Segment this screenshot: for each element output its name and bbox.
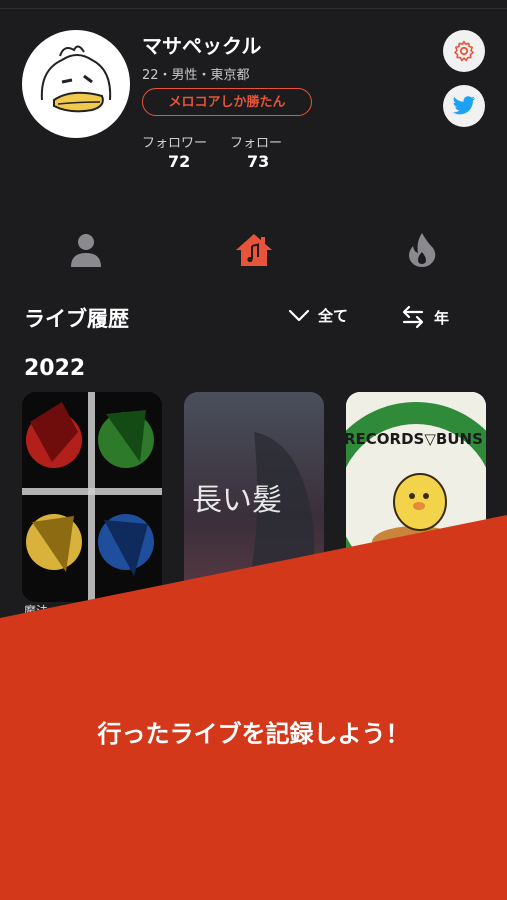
promo-text: 行ったライブを記録しよう！ xyxy=(97,720,410,748)
promo-banner xyxy=(0,515,507,900)
